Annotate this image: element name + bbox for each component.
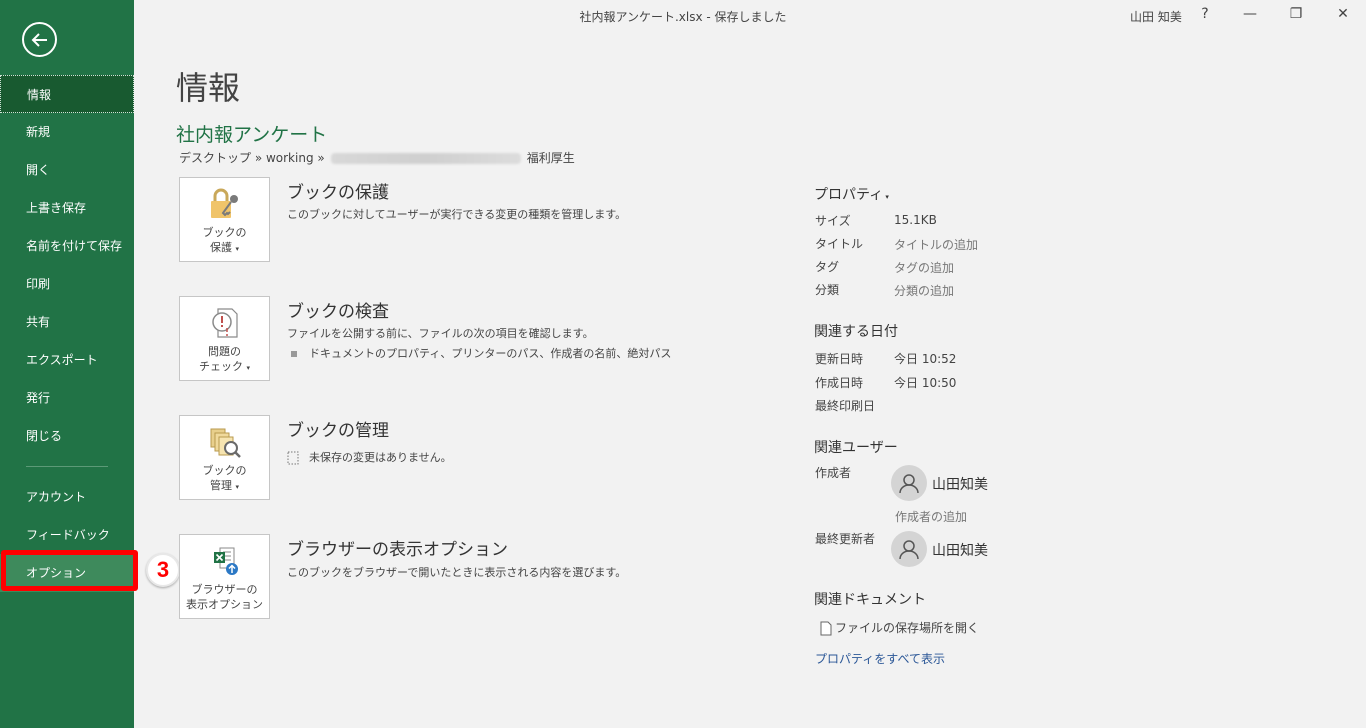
person-icon <box>899 540 919 560</box>
author-name[interactable]: 山田知美 <box>932 474 988 494</box>
manage-workbook-desc: 未保存の変更はありません。 <box>287 449 452 465</box>
author-label: 作成者 <box>815 466 852 480</box>
sidebar-item-save-as[interactable]: 名前を付けて保存 <box>0 227 134 265</box>
sidebar-item-share[interactable]: 共有 <box>0 303 134 341</box>
modified-value: 今日 10:52 <box>894 352 957 366</box>
tag-field[interactable]: タグの追加 <box>894 259 954 276</box>
sidebar-item-feedback[interactable]: フィードバック <box>0 516 134 554</box>
bullet-icon <box>291 351 297 357</box>
sidebar-item-new[interactable]: 新規 <box>0 113 134 151</box>
card-label-line2: 保護 ▾ <box>209 241 239 254</box>
open-file-location-link[interactable]: ファイルの保存場所を開く <box>820 619 979 636</box>
inspect-workbook-desc: ファイルを公開する前に、ファイルの次の項目を確認します。 <box>287 327 594 340</box>
sidebar-item-info[interactable]: 情報 <box>0 75 134 113</box>
dropdown-caret-icon: ▾ <box>235 245 239 253</box>
card-label-line1: ブックの <box>202 226 247 239</box>
sidebar-nav: 情報 新規 開く 上書き保存 名前を付けて保存 印刷 共有 エクスポート 発行 … <box>0 75 134 592</box>
sidebar-item-close[interactable]: 閉じる <box>0 417 134 455</box>
breadcrumb: デスクトップ » working » 福利厚生 <box>179 149 575 166</box>
dropdown-caret-icon: ▾ <box>235 483 239 491</box>
related-dates-header: 関連する日付 <box>814 324 898 340</box>
close-button[interactable]: ✕ <box>1333 6 1353 22</box>
document-icon <box>820 621 832 636</box>
created-value: 今日 10:50 <box>894 376 957 390</box>
protect-workbook-title: ブックの保護 <box>287 183 389 203</box>
card-label-line1: ブラウザーの <box>191 583 258 596</box>
properties-header[interactable]: プロパティ ▾ <box>814 184 889 204</box>
last-printed-label: 最終印刷日 <box>815 399 876 413</box>
card-label-line2: 管理 ▾ <box>209 479 239 492</box>
person-icon <box>899 474 919 494</box>
manage-workbook-title: ブックの管理 <box>287 421 389 441</box>
page-title: 情報 <box>176 69 241 107</box>
document-dotted-icon <box>287 451 299 465</box>
inspect-workbook-title: ブックの検査 <box>287 302 389 322</box>
dropdown-caret-icon: ▾ <box>246 364 250 372</box>
category-label: 分類 <box>815 283 840 297</box>
manage-workbook-button[interactable]: ブックの 管理 ▾ <box>179 415 270 500</box>
excel-browser-icon <box>213 547 238 575</box>
browser-view-options-desc: このブックをブラウザーで開いたときに表示される内容を選びます。 <box>287 566 627 579</box>
restore-button[interactable]: ❐ <box>1286 6 1306 22</box>
related-users-header: 関連ユーザー <box>814 440 898 456</box>
sidebar-item-open[interactable]: 開く <box>0 151 134 189</box>
step-badge: 3 <box>146 553 180 587</box>
inspect-document-icon <box>211 308 238 338</box>
title-label: タイトル <box>815 237 864 251</box>
breadcrumb-path: デスクトップ » working » <box>179 151 325 165</box>
card-label-line1: ブックの <box>202 464 247 477</box>
protect-workbook-button[interactable]: ブックの 保護 ▾ <box>179 177 270 262</box>
user-name[interactable]: 山田 知美 <box>1130 8 1182 25</box>
title-field[interactable]: タイトルの追加 <box>894 236 978 253</box>
document-title: 社内報アンケート <box>176 124 328 146</box>
manage-workbook-icon <box>210 428 241 458</box>
breadcrumb-folder: 福利厚生 <box>526 151 575 165</box>
card-label-line2: 表示オプション <box>186 598 263 611</box>
add-author-field[interactable]: 作成者の追加 <box>895 508 967 525</box>
browser-view-options-title: ブラウザーの表示オプション <box>287 540 508 560</box>
sidebar-divider <box>26 466 108 467</box>
modified-label: 更新日時 <box>815 352 864 366</box>
back-arrow-icon <box>31 32 47 47</box>
show-all-properties-link[interactable]: プロパティをすべて表示 <box>815 650 945 667</box>
backstage-sidebar: 情報 新規 開く 上書き保存 名前を付けて保存 印刷 共有 エクスポート 発行 … <box>0 0 134 728</box>
minimize-button[interactable]: — <box>1240 6 1260 22</box>
lock-key-icon <box>210 188 238 218</box>
inspect-bullet-item: ドキュメントのプロパティ、プリンターのパス、作成者の名前、絶対パス <box>291 345 671 361</box>
help-button[interactable]: ? <box>1195 6 1215 22</box>
options-highlight-box <box>1 550 138 591</box>
related-docs-header: 関連ドキュメント <box>814 592 926 608</box>
tag-label: タグ <box>815 260 840 274</box>
last-modified-by-name[interactable]: 山田知美 <box>932 540 988 560</box>
sidebar-item-export[interactable]: エクスポート <box>0 341 134 379</box>
browser-view-options-button[interactable]: ブラウザーの 表示オプション <box>179 534 270 619</box>
card-label-line1: 問題の <box>208 345 241 358</box>
back-button[interactable] <box>22 22 57 57</box>
check-issues-button[interactable]: 問題の チェック ▾ <box>179 296 270 381</box>
protect-workbook-desc: このブックに対してユーザーが実行できる変更の種類を管理します。 <box>287 208 627 221</box>
category-field[interactable]: 分類の追加 <box>894 282 954 299</box>
sidebar-item-publish[interactable]: 発行 <box>0 379 134 417</box>
sidebar-item-account[interactable]: アカウント <box>0 478 134 516</box>
last-modified-by-label: 最終更新者 <box>815 532 876 546</box>
created-label: 作成日時 <box>815 376 864 390</box>
size-value: 15.1KB <box>894 213 937 227</box>
size-label: サイズ <box>815 214 851 228</box>
dropdown-caret-icon: ▾ <box>883 193 889 201</box>
card-label-line2: チェック ▾ <box>198 360 250 373</box>
sidebar-item-save[interactable]: 上書き保存 <box>0 189 134 227</box>
sidebar-item-print[interactable]: 印刷 <box>0 265 134 303</box>
blurred-path <box>330 153 521 164</box>
author-avatar[interactable] <box>891 465 927 501</box>
last-modified-by-avatar[interactable] <box>891 531 927 567</box>
